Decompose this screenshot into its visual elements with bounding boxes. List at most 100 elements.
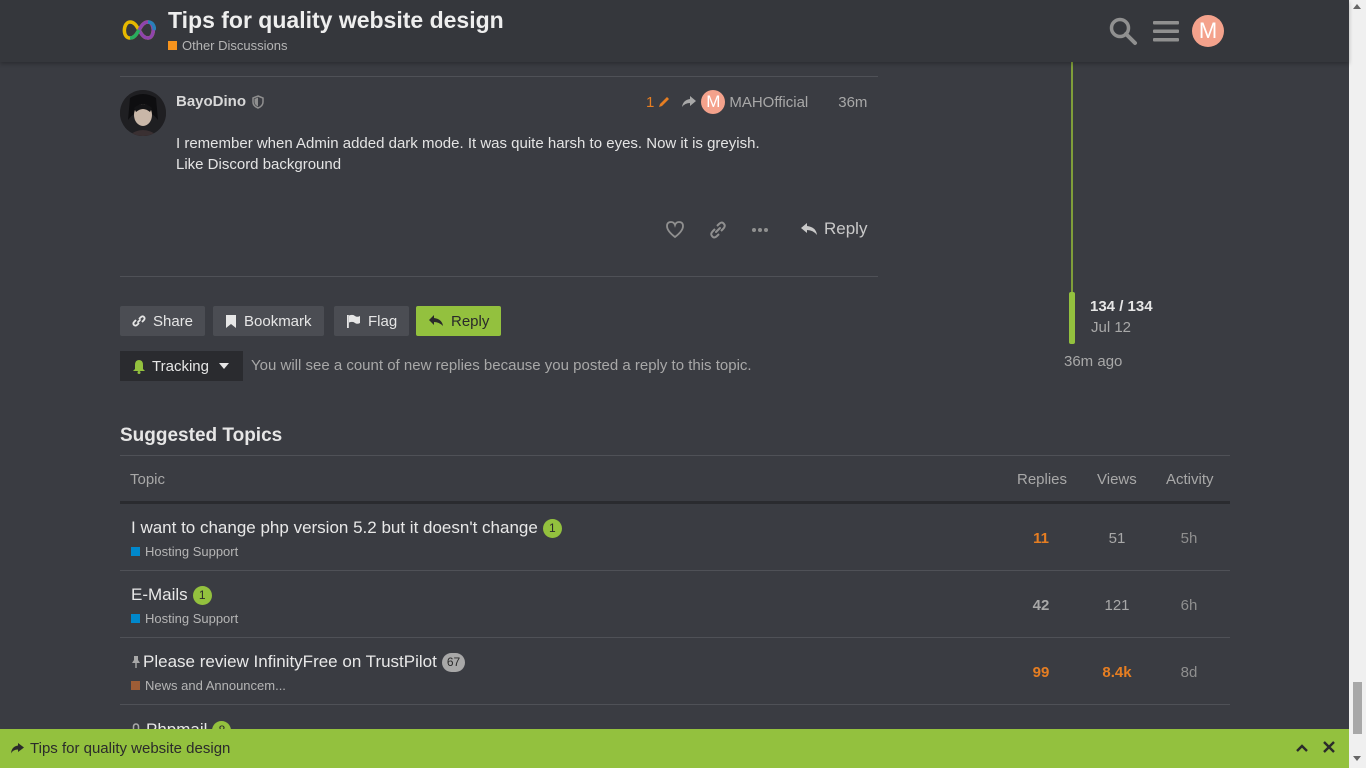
tracking-note: You will see a count of new replies beca… [251,357,752,374]
views-count: 51 [1108,530,1126,547]
category-label: Hosting Support [145,544,239,559]
column-header-replies: Replies [1017,471,1068,488]
scroll-down-arrow-icon[interactable] [1353,756,1361,761]
chevron-up-icon[interactable] [1295,741,1309,755]
pin-icon [132,656,140,668]
topic-title-text: I want to change php version 5.2 but it … [131,518,538,537]
reply-to-avatar: M [701,90,726,114]
post-username[interactable]: BayoDino [176,93,264,110]
share-arrow-icon [682,96,697,107]
topic-category[interactable]: Hosting Support [131,611,238,626]
edit-count: 1 [646,93,655,111]
category-color-square [168,41,177,50]
tracking-dropdown[interactable]: Tracking [120,351,243,381]
views-count: 8.4k [1102,664,1132,681]
link-icon[interactable] [708,218,728,242]
bookmark-label: Bookmark [244,312,312,330]
pencil-icon [659,97,670,107]
category-label: Hosting Support [145,611,239,626]
link-icon [132,315,146,327]
category-label: Other Discussions [182,38,288,53]
flag-icon [347,314,360,328]
topic-category[interactable]: News and Announcem... [131,678,286,693]
scroll-up-arrow-icon[interactable] [1353,4,1361,9]
site-logo-icon[interactable] [120,18,158,42]
suggested-topics-heading: Suggested Topics [120,425,283,446]
post-reply-button[interactable]: Reply [800,219,867,239]
reply-label: Reply [451,312,490,330]
topic-link[interactable]: Please review InfinityFree on TrustPilot… [131,652,466,672]
activity-time[interactable]: 5h [1159,530,1219,547]
reply-to-username: MAHOfficial [729,93,809,111]
replies-count[interactable]: 42 [1011,597,1071,614]
bookmark-button[interactable]: Bookmark [213,306,324,336]
site-header: Tips for quality website design Other Di… [0,0,1349,62]
unread-badge[interactable]: 67 [441,652,466,672]
post-body: I remember when Admin added dark mode. I… [176,133,760,175]
bookmark-icon [226,314,236,328]
post-top-divider [120,76,878,77]
unread-badge[interactable]: 1 [192,585,212,605]
footer-topic-link[interactable]: Tips for quality website design [10,740,230,757]
table-top-divider [120,455,1230,456]
topic-category[interactable]: Other Discussions [168,38,287,53]
close-icon[interactable] [1322,740,1336,754]
category-label: News and Announcem... [145,678,286,693]
bell-icon [133,359,145,374]
category-color-square [131,547,140,556]
like-heart-icon[interactable] [665,218,685,242]
topic-title[interactable]: Tips for quality website design [168,7,504,34]
column-header-views: Views [1097,471,1137,488]
reply-icon [801,223,817,235]
activity-time[interactable]: 6h [1159,597,1219,614]
table-row: Please review InfinityFree on TrustPilot… [120,638,1230,705]
search-icon[interactable] [1108,16,1138,46]
replies-count[interactable]: 99 [1011,664,1071,681]
page-scrollbar[interactable] [1349,0,1366,768]
timeline-post-count: 134 / 134 [1090,298,1153,315]
category-color-square [131,614,140,623]
table-row: I want to change php version 5.2 but it … [120,504,1230,571]
edit-history-button[interactable]: 1 [646,94,671,111]
topic-title-text: Please review InfinityFree on TrustPilot [143,652,437,671]
username-text: BayoDino [176,93,247,110]
share-button[interactable]: Share [120,306,206,336]
column-header-activity: Activity [1166,471,1214,488]
share-arrow-icon [11,743,24,754]
topic-link[interactable]: E-Mails 1 [131,585,212,605]
topic-footer-bar: Tips for quality website design [0,729,1349,768]
column-header-topic: Topic [130,471,166,488]
topic-category[interactable]: Hosting Support [131,544,238,559]
views-count: 121 [1104,597,1130,614]
post-bottom-divider [120,276,878,277]
category-color-square [131,681,140,690]
user-avatar[interactable]: M [1192,15,1224,47]
activity-time[interactable]: 8d [1159,664,1219,681]
topic-link[interactable]: I want to change php version 5.2 but it … [131,518,562,538]
post-body-line: I remember when Admin added dark mode. I… [176,135,760,152]
post-author-avatar[interactable] [120,90,166,136]
post-time[interactable]: 36m [838,94,867,111]
reply-label: Reply [824,219,868,238]
timeline-handle[interactable] [1069,292,1075,344]
hamburger-menu-icon[interactable] [1151,16,1181,46]
reply-icon [429,315,443,326]
topic-reply-button[interactable]: Reply [416,306,502,336]
scrollbar-thumb[interactable] [1353,682,1362,734]
table-row: E-Mails 1 Hosting Support 42 121 6h [120,571,1230,638]
reply-to-tab[interactable]: M MAHOfficial [681,90,808,114]
share-label: Share [153,312,194,330]
unread-badge[interactable]: 1 [542,518,562,538]
flag-label: Flag [368,312,398,330]
flag-button[interactable]: Flag [334,306,410,336]
tracking-label: Tracking [152,357,209,375]
caret-down-icon [218,363,229,369]
post-body-line: Like Discord background [176,156,342,173]
post-meta: 1 M MAHOfficial 36m [646,90,867,114]
topic-title-text: E-Mails [131,585,188,604]
more-ellipsis-icon[interactable] [750,218,770,242]
timeline-last-activity[interactable]: 36m ago [1064,353,1122,370]
author-avatar-image [120,90,166,136]
shield-icon [252,94,264,109]
replies-count[interactable]: 11 [1011,530,1071,547]
